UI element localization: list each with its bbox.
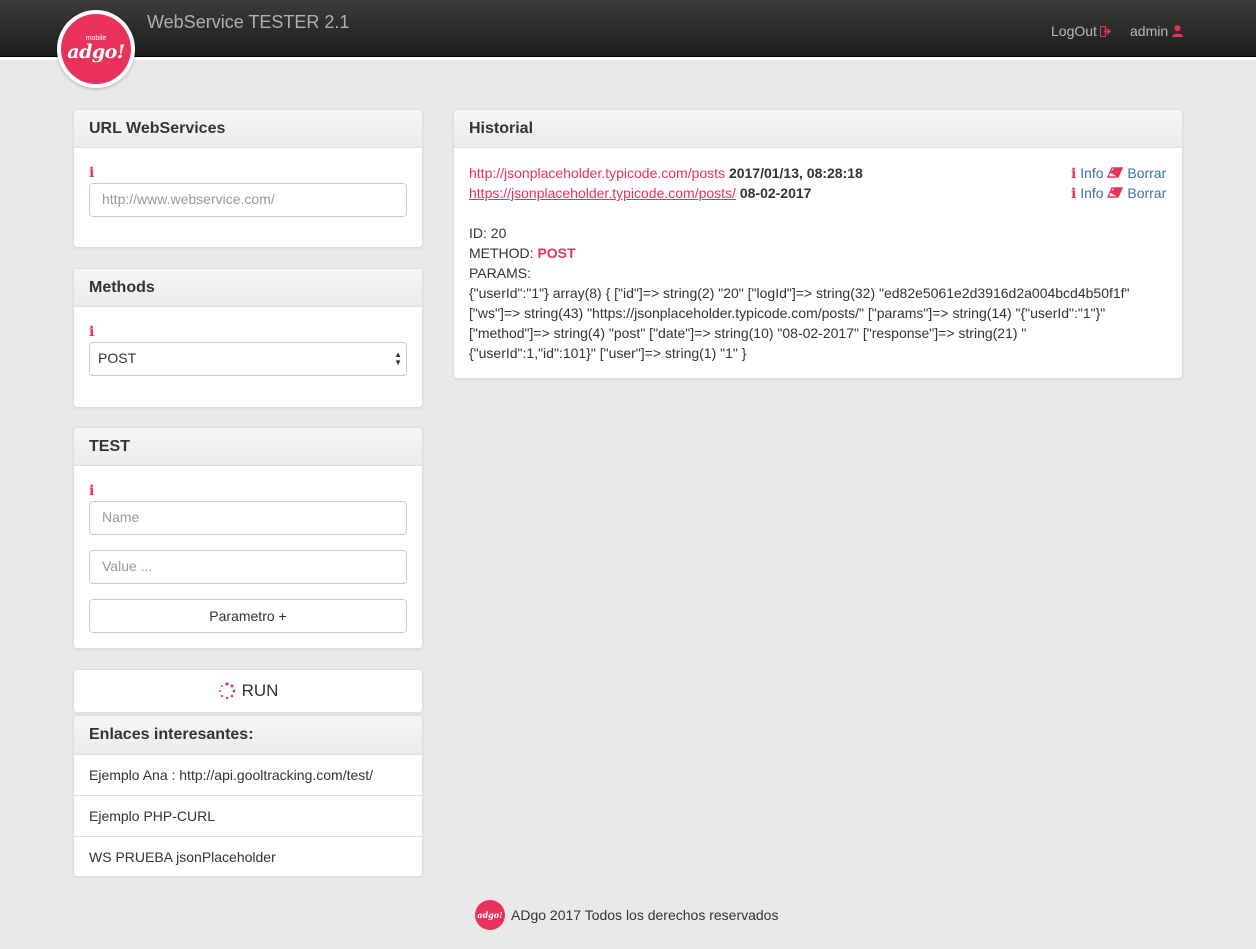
logout-icon [1099,25,1112,37]
history-entry: https://jsonplaceholder.typicode.com/pos… [469,185,811,201]
panel-title: Enlaces interesantes: [74,716,422,754]
detail-id: ID: 20 [469,225,507,241]
run-label: RUN [241,681,279,700]
footer-text: ADgo 2017 Todos los derechos reservados [511,907,779,923]
brand-logo[interactable]: mobile adgo! [57,10,135,88]
params-line: {"userId":1,"id":101}" ["user"]=> string… [469,345,747,361]
footer-logo: adgo! [475,900,505,930]
footer: adgo! ADgo 2017 Todos los derechos reser… [475,900,778,930]
links-panel: Enlaces interesantes: Ejemplo Ana : http… [73,715,423,877]
link-item[interactable]: Ejemplo Ana : http://api.gooltracking.co… [74,754,422,795]
user-label: admin [1130,23,1169,39]
detail-method: METHOD: POST [469,245,576,261]
run-button[interactable]: RUN [73,669,423,713]
link-item[interactable]: Ejemplo PHP-CURL [74,795,422,836]
info-icon[interactable]: i [89,324,94,340]
history-entry: http://jsonplaceholder.typicode.com/post… [469,165,863,181]
test-panel: TEST i Name Value ... Parametro + [73,427,423,649]
history-date: 08-02-2017 [739,185,812,201]
history-date: 2017/01/13, 08:28:18 [728,165,863,181]
info-icon[interactable]: i [89,165,94,181]
info-icon[interactable]: i [89,483,94,499]
params-line: ["method"]=> string(4) "post" ["date"]=>… [469,325,1027,341]
panel-title: Historial [454,110,1182,148]
panel-title: URL WebServices [74,110,422,148]
methods-panel: Methods i POST ▲ ▼ [73,268,423,408]
link-item[interactable]: WS PRUEBA jsonPlaceholder [74,836,422,876]
spinner-icon [218,682,235,700]
eraser-icon [1107,187,1124,198]
param-value-input[interactable]: Value ... [89,550,407,584]
logo-text: adgo! [67,41,125,63]
select-arrows-icon: ▲ ▼ [394,350,402,367]
history-url-link[interactable]: http://jsonplaceholder.typicode.com/post… [469,165,725,181]
params-dump: {"userId":"1"} array(8) { ["id"]=> strin… [469,283,1169,363]
method-select[interactable]: POST ▲ ▼ [89,342,407,376]
url-webservices-panel: URL WebServices i http://www.webservice.… [73,109,423,248]
historial-panel: Historial http://jsonplaceholder.typicod… [453,109,1183,379]
info-link[interactable]: Info [1080,185,1103,201]
delete-link[interactable]: Borrar [1127,185,1166,201]
param-name-input[interactable]: Name [89,501,407,535]
history-actions: i Info Borrar [1071,185,1166,202]
params-line: {"userId":"1"} array(8) { ["id"]=> strin… [469,285,1130,301]
panel-title: TEST [74,428,422,466]
history-actions: i Info Borrar [1071,165,1166,182]
eraser-icon [1107,167,1124,178]
info-link[interactable]: Info [1080,165,1103,181]
method-value: POST [537,245,576,261]
navbar-divider [0,57,1256,60]
logo-badge: mobile adgo! [61,14,131,84]
add-parameter-button[interactable]: Parametro + [89,599,407,633]
method-select-value: POST [98,350,137,366]
app-title: WebService TESTER 2.1 [147,12,350,32]
logout-link[interactable]: LogOut [1051,23,1112,39]
info-icon: i [1071,186,1077,202]
user-menu[interactable]: admin [1130,23,1184,39]
url-input[interactable]: http://www.webservice.com/ [89,183,407,217]
params-label: PARAMS: [469,265,531,281]
method-label: METHOD: [469,245,534,261]
user-icon [1172,25,1184,37]
delete-link[interactable]: Borrar [1127,165,1166,181]
info-icon: i [1071,166,1077,182]
panel-title: Methods [74,269,422,307]
history-url-link[interactable]: https://jsonplaceholder.typicode.com/pos… [469,185,736,201]
params-line: ["ws"]=> string(43) "https://jsonplaceho… [469,305,1106,321]
logout-label: LogOut [1051,23,1097,39]
